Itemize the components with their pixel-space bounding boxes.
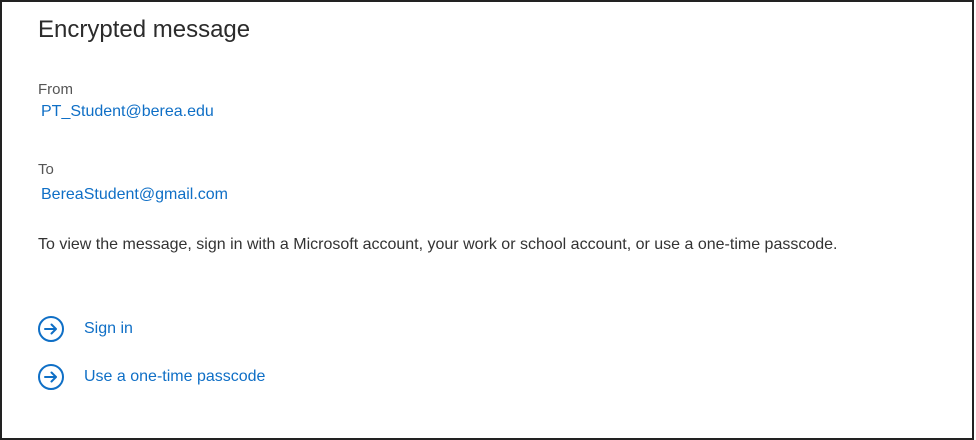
one-time-passcode-label: Use a one-time passcode (84, 368, 266, 385)
sign-in-label: Sign in (84, 320, 133, 337)
from-address[interactable]: PT_Student@berea.edu (41, 103, 214, 121)
from-label: From (38, 81, 73, 98)
to-address[interactable]: BereaStudent@gmail.com (41, 186, 228, 204)
page-title: Encrypted message (38, 16, 251, 43)
arrow-right-circle-icon (38, 364, 64, 390)
arrow-right-circle-icon (38, 316, 64, 342)
instructions-text: To view the message, sign in with a Micr… (38, 236, 838, 253)
to-label: To (38, 161, 54, 178)
sign-in-button[interactable]: Sign in (38, 314, 133, 344)
one-time-passcode-button[interactable]: Use a one-time passcode (38, 362, 265, 392)
